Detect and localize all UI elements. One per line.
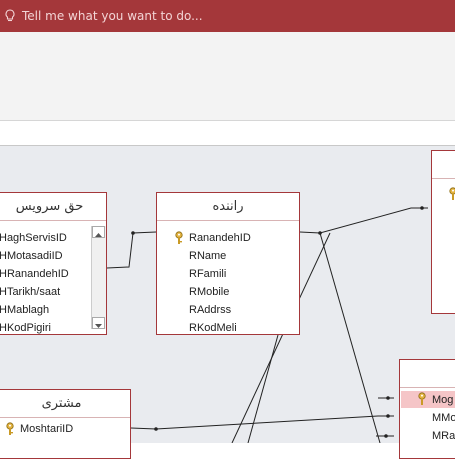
table-top-right[interactable] bbox=[431, 150, 455, 314]
table-ranandeh[interactable]: راننده RanandehID RName RFamili RMobile … bbox=[156, 192, 300, 335]
field-row[interactable]: MMo bbox=[432, 409, 455, 427]
table-title[interactable] bbox=[400, 360, 455, 388]
field-row[interactable]: RKodMeli bbox=[189, 319, 237, 337]
lightbulb-icon bbox=[5, 9, 15, 22]
tell-me-placeholder[interactable]: Tell me what you want to do... bbox=[22, 9, 203, 23]
table-bottom-right[interactable]: Mog MMo MRa bbox=[399, 359, 455, 459]
field-row[interactable]: RAddrss bbox=[189, 301, 231, 319]
field-row[interactable]: MRa bbox=[432, 427, 455, 445]
relationship-line bbox=[247, 334, 279, 443]
scroll-up-button[interactable] bbox=[92, 226, 105, 238]
table-moshtari[interactable]: مشتری MoshtariID bbox=[0, 389, 131, 459]
field-row[interactable]: RanandehID bbox=[189, 229, 251, 247]
field-row[interactable]: MoshtariID bbox=[20, 420, 73, 438]
table-scrollbar[interactable] bbox=[91, 226, 106, 329]
field-row[interactable]: HaghServisID bbox=[0, 229, 67, 247]
relationship-line bbox=[130, 415, 394, 430]
relationship-line bbox=[299, 207, 428, 234]
field-row[interactable]: RFamili bbox=[189, 265, 226, 283]
field-row[interactable]: HMablagh bbox=[0, 301, 49, 319]
field-row[interactable]: HRanandehID bbox=[0, 265, 69, 283]
scroll-down-button[interactable] bbox=[92, 317, 105, 329]
primary-key-icon bbox=[6, 422, 14, 435]
field-row[interactable]: RMobile bbox=[189, 283, 229, 301]
primary-key-icon bbox=[175, 231, 183, 244]
relationship-line bbox=[319, 232, 381, 443]
field-row[interactable]: HKodPigiri bbox=[0, 319, 51, 337]
field-row[interactable]: HTarikh/saat bbox=[0, 283, 60, 301]
relationship-line bbox=[106, 231, 157, 269]
table-title[interactable]: راننده bbox=[157, 193, 299, 221]
table-title[interactable] bbox=[432, 151, 455, 179]
field-row[interactable]: Mog bbox=[432, 391, 453, 409]
table-title[interactable]: حق سرویس bbox=[0, 193, 106, 221]
field-row[interactable]: RName bbox=[189, 247, 226, 265]
table-hagh-servis[interactable]: حق سرویس HaghServisID HMotasadiID HRanan… bbox=[0, 192, 107, 335]
primary-key-icon bbox=[418, 392, 426, 405]
chevron-down-icon bbox=[95, 324, 102, 328]
field-row[interactable]: HMotasadiID bbox=[0, 247, 63, 265]
chevron-up-icon bbox=[95, 233, 102, 237]
primary-key-icon bbox=[449, 187, 455, 200]
tell-me-box[interactable]: Tell me what you want to do... bbox=[4, 0, 203, 32]
relationships-canvas[interactable]: حق سرویس HaghServisID HMotasadiID HRanan… bbox=[0, 146, 455, 459]
table-title[interactable]: مشتری bbox=[0, 390, 130, 418]
ribbon-body bbox=[0, 32, 455, 120]
document-tab-strip bbox=[0, 121, 455, 146]
